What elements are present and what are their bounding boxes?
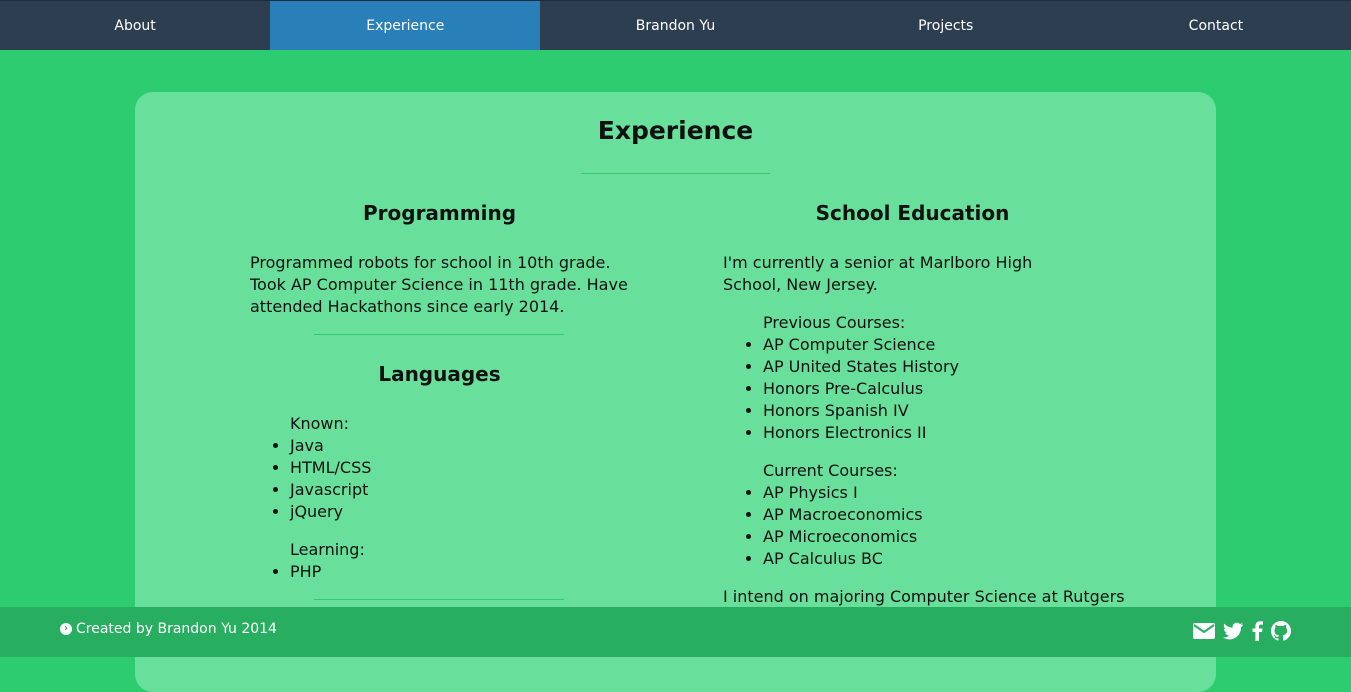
- known-languages-list: Java HTML/CSS Javascript jQuery: [250, 435, 371, 523]
- footer: › Created by Brandon Yu 2014: [0, 607, 1351, 657]
- list-item: Honors Spanish IV: [763, 400, 959, 422]
- footer-credit: › Created by Brandon Yu 2014: [60, 621, 277, 637]
- list-item: AP Calculus BC: [763, 548, 923, 570]
- list-item: AP Macroeconomics: [763, 504, 923, 526]
- nav-item-projects[interactable]: Projects: [811, 1, 1081, 50]
- envelope-icon[interactable]: [1193, 622, 1215, 640]
- list-item: HTML/CSS: [290, 457, 371, 479]
- languages-divider: [314, 599, 564, 600]
- learning-label: Learning:: [290, 540, 365, 559]
- social-links: [1193, 621, 1291, 641]
- programming-text: Programmed robots for school in 10th gra…: [250, 253, 628, 316]
- nav-item-about[interactable]: About: [0, 1, 270, 50]
- education-text: I'm currently a senior at Marlboro High …: [723, 253, 1033, 294]
- credit-text: Created by Brandon Yu 2014: [76, 621, 277, 637]
- list-item: AP Microeconomics: [763, 526, 923, 548]
- programming-divider: [314, 334, 564, 335]
- education-heading: School Education: [815, 201, 1010, 225]
- current-courses-label: Current Courses:: [763, 461, 898, 480]
- list-item: Java: [290, 435, 371, 457]
- list-item: Honors Pre-Calculus: [763, 378, 959, 400]
- languages-heading: Languages: [378, 362, 501, 386]
- facebook-icon[interactable]: [1251, 621, 1263, 641]
- list-item: AP Computer Science: [763, 334, 959, 356]
- list-item: Javascript: [290, 479, 371, 501]
- known-label: Known:: [290, 414, 350, 433]
- nav-item-brand[interactable]: Brandon Yu: [540, 1, 810, 50]
- nav-item-experience[interactable]: Experience: [270, 1, 541, 50]
- list-item: PHP: [290, 561, 321, 583]
- nav-item-contact[interactable]: Contact: [1081, 1, 1351, 50]
- list-item: AP United States History: [763, 356, 959, 378]
- education-intent-text: I intend on majoring Computer Science at…: [723, 587, 1125, 606]
- github-icon[interactable]: [1271, 621, 1291, 641]
- previous-courses-label: Previous Courses:: [763, 313, 906, 332]
- list-item: jQuery: [290, 501, 371, 523]
- learning-languages-list: PHP: [250, 561, 321, 583]
- current-courses-list: AP Physics I AP Macroeconomics AP Microe…: [723, 482, 923, 570]
- experience-card: Experience Programming Programmed robots…: [135, 92, 1216, 692]
- top-nav: About Experience Brandon Yu Projects Con…: [0, 0, 1351, 50]
- twitter-icon[interactable]: [1223, 622, 1243, 640]
- programming-heading: Programming: [362, 201, 517, 225]
- list-item: Honors Electronics II: [763, 422, 959, 444]
- title-divider: [581, 173, 770, 174]
- page-title: Experience: [597, 116, 754, 145]
- list-item: AP Physics I: [763, 482, 923, 504]
- previous-courses-list: AP Computer Science AP United States His…: [723, 334, 959, 444]
- arrow-circle-right-icon: ›: [60, 623, 72, 635]
